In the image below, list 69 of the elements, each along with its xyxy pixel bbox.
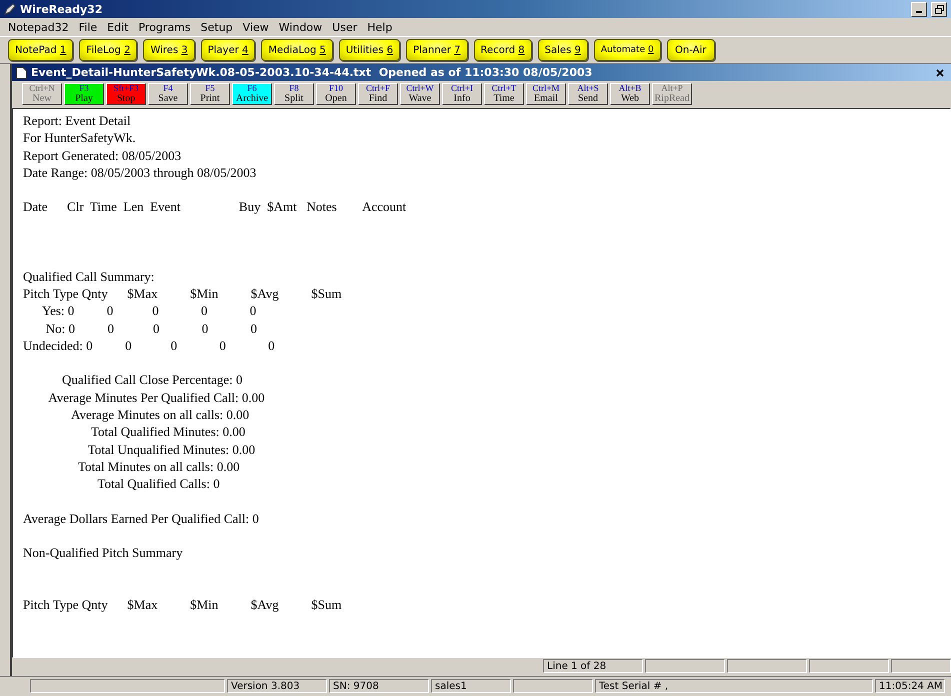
module-button[interactable]: Planner 7 <box>406 39 468 61</box>
toolbar-button[interactable]: F8 Split <box>274 82 314 104</box>
module-button[interactable]: Utilities 6 <box>338 39 400 61</box>
text-line: Total Minutes on all calls: 0.00 <box>77 458 241 476</box>
toolbar-button[interactable]: Ctrl+T Time <box>484 82 524 104</box>
status-panel: Test Serial # , <box>595 679 873 693</box>
module-button[interactable]: Sales 9 <box>538 39 588 61</box>
toolbar-button[interactable]: F6 Archive <box>232 82 272 104</box>
text-line: Qualified Call Summary: <box>23 268 156 286</box>
toolbar-button[interactable]: Ctrl+M Email <box>526 82 566 104</box>
text-line: Average Minutes Per Qualified Call: 0.00 <box>47 390 266 407</box>
text-line: Yes: 0 0 0 0 0 <box>41 303 258 320</box>
text-line: Average Dollars Earned Per Qualified Call: 0 <box>23 510 260 528</box>
text-line: Report Generated: 08/05/2003 <box>23 148 182 165</box>
menu-item[interactable]: Edit <box>103 20 132 34</box>
text-line: For HunterSafetyWk. <box>23 130 137 148</box>
menu-item[interactable]: Setup <box>196 20 237 34</box>
text-line: Total Unqualified Minutes: 0.00 <box>86 442 256 459</box>
menu-item[interactable]: User <box>328 20 362 34</box>
text-line: Total Qualified Minutes: 0.00 <box>90 424 246 442</box>
module-button[interactable]: On-Air <box>666 39 715 61</box>
status-panel: Line 1 of 28 <box>543 659 643 673</box>
toolbar-button[interactable]: F3 Play <box>64 82 104 104</box>
menu-item[interactable]: View <box>238 20 273 34</box>
toolbar-button[interactable]: Alt+S Send <box>568 82 608 104</box>
text-line: Total Qualified Calls: 0 <box>96 476 221 494</box>
text-line: Date Clr Time Len Event Buy $Amt Notes Account <box>23 199 408 216</box>
document-icon <box>16 66 27 78</box>
module-button[interactable]: Record 8 <box>474 39 532 61</box>
text-line: Pitch Type Qnty $Max $Min $Avg $Sum <box>23 286 343 303</box>
toolbar-button[interactable]: Ctrl+F Find <box>358 82 398 104</box>
toolbar-button[interactable]: F10 Open <box>316 82 356 104</box>
toolbar-button[interactable]: F5 Print <box>190 82 230 104</box>
toolbar-button[interactable]: Alt+B Web <box>610 82 650 104</box>
status-panel: SN: 9708 <box>329 679 429 693</box>
text-line: Qualified Call Close Percentage: 0 <box>61 372 244 390</box>
menu-item[interactable]: Window <box>274 20 326 34</box>
text-line: Report: Event Detail <box>23 113 132 130</box>
status-panel: 11:05:24 AM <box>875 679 945 693</box>
restore-icon[interactable] <box>934 4 944 14</box>
menu-item[interactable]: Notepad32 <box>4 20 73 34</box>
status-panel <box>891 659 951 673</box>
minimize-button[interactable] <box>911 2 927 16</box>
toolbar-button[interactable]: Sft+F3 Stop <box>106 82 146 104</box>
text-line: Pitch Type Qnty $Max $Min $Avg $Sum <box>23 597 343 614</box>
restore-button[interactable] <box>931 2 947 16</box>
window-title: WireReady32 <box>20 2 104 16</box>
pen-icon <box>4 3 16 15</box>
toolbar-button[interactable]: Ctrl+I Info <box>442 82 482 104</box>
module-button[interactable]: Player 4 <box>200 39 256 61</box>
module-button[interactable]: Wires 3 <box>143 39 195 61</box>
menu-item[interactable]: File <box>74 20 102 34</box>
menu-item[interactable]: Programs <box>134 20 195 34</box>
status-panel: Version 3.803 <box>227 679 327 693</box>
menu-item[interactable]: Help <box>363 20 396 34</box>
close-icon[interactable] <box>936 68 944 76</box>
text-line: Non-Qualified Pitch Summary <box>23 545 184 562</box>
module-button[interactable]: NotePad 1 <box>8 39 74 61</box>
module-button[interactable]: Automate 0 <box>594 39 661 61</box>
toolbar-button[interactable]: Ctrl+W Wave <box>400 82 440 104</box>
status-panel: sales1 <box>431 679 511 693</box>
module-button[interactable]: FileLog 2 <box>79 39 138 61</box>
module-button[interactable]: MediaLog 5 <box>261 39 333 61</box>
text-line: Average Minutes on all calls: 0.00 <box>70 407 250 424</box>
text-line: Undecided: 0 0 0 0 0 <box>23 338 276 355</box>
text-line: Date Range: 08/05/2003 through 08/05/2003 <box>23 164 258 182</box>
toolbar-button[interactable]: F4 Save <box>148 82 188 104</box>
document-title: Event_Detail-HunterSafetyWk.08-05-2003.10-34-44.txt Opened as of 11:03:30 08/05/2003 <box>31 66 594 79</box>
text-line: No: 0 0 0 0 0 <box>44 320 258 338</box>
